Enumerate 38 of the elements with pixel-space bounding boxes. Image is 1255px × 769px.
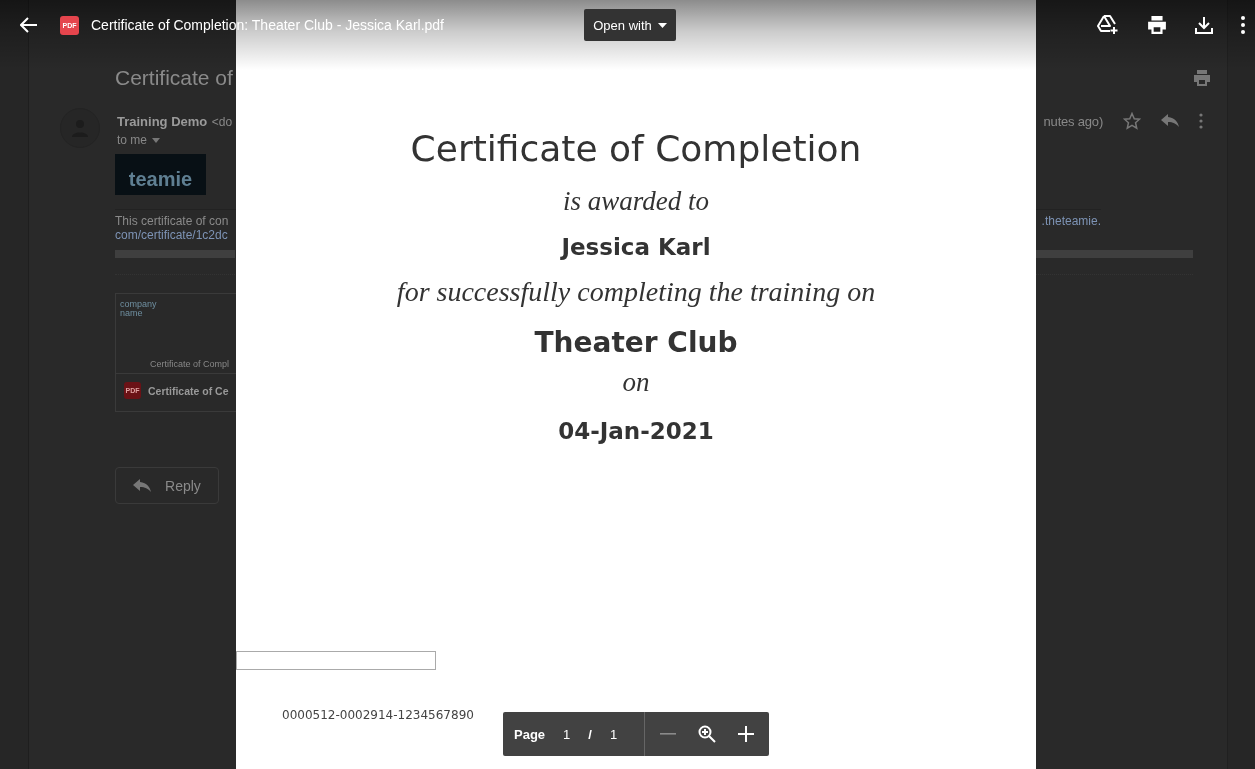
- sender-address: <do: [211, 115, 233, 129]
- open-with-button[interactable]: Open with: [584, 9, 676, 41]
- email-time: nutes ago): [1043, 113, 1104, 129]
- certificate-link[interactable]: com/certificate/1c2dc: [115, 228, 228, 242]
- certificate-link[interactable]: .theteamie.: [1041, 214, 1101, 228]
- recipient-dropdown[interactable]: to me: [117, 133, 160, 147]
- zoom-in-icon[interactable]: [738, 726, 754, 742]
- caret-icon: [152, 137, 160, 143]
- page-label: Page: [514, 726, 546, 742]
- page-separator: /: [588, 726, 592, 742]
- recipient-name: Jessica Karl: [561, 234, 711, 260]
- reply-button[interactable]: Reply: [115, 467, 219, 504]
- zoom-icon[interactable]: [698, 725, 716, 743]
- back-arrow-icon[interactable]: [20, 17, 38, 33]
- awarded-text: is awarded to: [563, 186, 709, 217]
- company-logo: company name: [120, 300, 158, 318]
- thumbnail-title: Certificate of Compl: [149, 359, 230, 369]
- course-name: Theater Club: [534, 326, 738, 359]
- more-icon[interactable]: [1241, 16, 1245, 34]
- caret-icon: [657, 22, 667, 28]
- serial-number: 0000512-0002914-1234567890: [282, 708, 474, 722]
- sender-name: Training Demo: [117, 114, 208, 129]
- body-text: This certificate of con: [115, 214, 229, 228]
- completion-date: 04-Jan-2021: [558, 418, 714, 444]
- page-total: 1: [609, 726, 618, 742]
- reply-icon: [133, 478, 152, 493]
- reply-icon[interactable]: [1161, 114, 1180, 128]
- certificate-heading: Certificate of Completion: [410, 128, 862, 169]
- email-subject: Certificate of: [115, 66, 233, 90]
- page-current[interactable]: 1: [563, 726, 571, 742]
- on-text: on: [622, 367, 650, 398]
- print-icon[interactable]: [1147, 16, 1167, 34]
- teamie-logo: teamie: [115, 154, 206, 195]
- attachment-name: Certificate of Ce: [148, 384, 229, 397]
- star-icon[interactable]: [1123, 112, 1142, 130]
- download-icon[interactable]: [1195, 16, 1213, 34]
- training-text: for successfully completing the training on: [396, 276, 876, 308]
- add-to-drive-icon[interactable]: [1097, 15, 1119, 35]
